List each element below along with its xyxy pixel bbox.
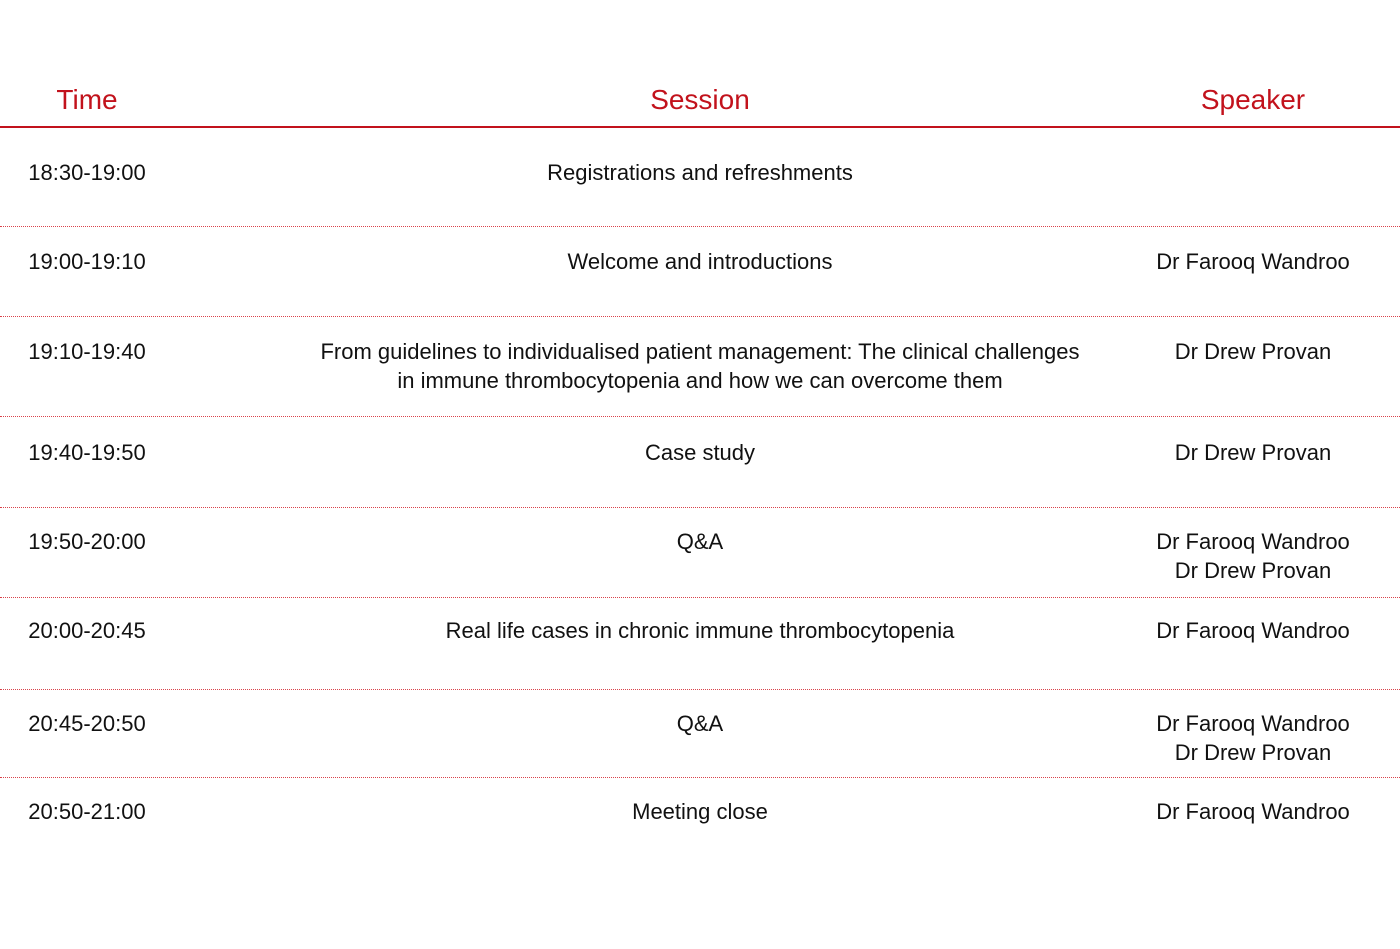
row-divider: [0, 507, 1400, 508]
row-speaker: Dr Farooq Wandroo Dr Drew Provan: [1106, 527, 1400, 585]
row-time: 19:40-19:50: [28, 440, 146, 465]
row-time: 19:00-19:10: [28, 249, 146, 274]
row-divider: [0, 689, 1400, 690]
session-line: Q&A: [676, 529, 724, 554]
row-speaker: Dr Farooq Wandroo: [1106, 616, 1400, 645]
header-session: Session: [650, 84, 750, 115]
row-time: 20:50-21:00: [28, 799, 146, 824]
row-speaker: Dr Farooq Wandroo: [1106, 247, 1400, 276]
session-line: in immune thrombocytopenia and how we ca…: [397, 368, 1003, 393]
row-divider: [0, 777, 1400, 778]
row-time: 19:50-20:00: [28, 529, 146, 554]
row-session: Case study: [280, 438, 1120, 467]
speaker-name: Dr Farooq Wandroo: [1156, 529, 1350, 554]
row-time: 20:00-20:45: [28, 618, 146, 643]
row-speaker: Dr Farooq Wandroo: [1106, 797, 1400, 826]
row-speaker: Dr Drew Provan: [1106, 337, 1400, 366]
session-line: Welcome and introductions: [567, 249, 833, 274]
speaker-name: Dr Drew Provan: [1174, 440, 1332, 465]
session-line: Real life cases in chronic immune thromb…: [445, 618, 955, 643]
row-time: 20:45-20:50: [28, 711, 146, 736]
row-speaker: Dr Drew Provan: [1106, 438, 1400, 467]
row-divider: [0, 416, 1400, 417]
row-session: Welcome and introductions: [280, 247, 1120, 276]
session-line: Registrations and refreshments: [547, 160, 853, 185]
row-divider: [0, 597, 1400, 598]
row-session: From guidelines to individualised patien…: [280, 337, 1120, 395]
agenda-header: Time Session Speaker: [0, 82, 1400, 118]
header-rule: [0, 126, 1400, 128]
speaker-name: Dr Drew Provan: [1174, 558, 1332, 583]
session-line: From guidelines to individualised patien…: [320, 339, 1080, 364]
row-session: Meeting close: [280, 797, 1120, 826]
row-time: 19:10-19:40: [28, 339, 146, 364]
session-line: Q&A: [676, 711, 724, 736]
speaker-name: Dr Farooq Wandroo: [1156, 799, 1350, 824]
row-divider: [0, 226, 1400, 227]
speaker-name: Dr Farooq Wandroo: [1156, 249, 1350, 274]
header-time: Time: [56, 84, 118, 115]
row-divider: [0, 316, 1400, 317]
header-speaker: Speaker: [1200, 84, 1306, 115]
speaker-name: Dr Drew Provan: [1174, 740, 1332, 765]
row-session: Registrations and refreshments: [280, 158, 1120, 187]
row-speaker: Dr Farooq Wandroo Dr Drew Provan: [1106, 709, 1400, 767]
row-session: Q&A: [280, 527, 1120, 556]
row-session: Q&A: [280, 709, 1120, 738]
speaker-name: Dr Farooq Wandroo: [1156, 618, 1350, 643]
speaker-name: Dr Drew Provan: [1174, 339, 1332, 364]
session-line: Meeting close: [632, 799, 768, 824]
speaker-name: Dr Farooq Wandroo: [1156, 711, 1350, 736]
row-session: Real life cases in chronic immune thromb…: [280, 616, 1120, 645]
row-time: 18:30-19:00: [28, 160, 146, 185]
session-line: Case study: [644, 440, 756, 465]
